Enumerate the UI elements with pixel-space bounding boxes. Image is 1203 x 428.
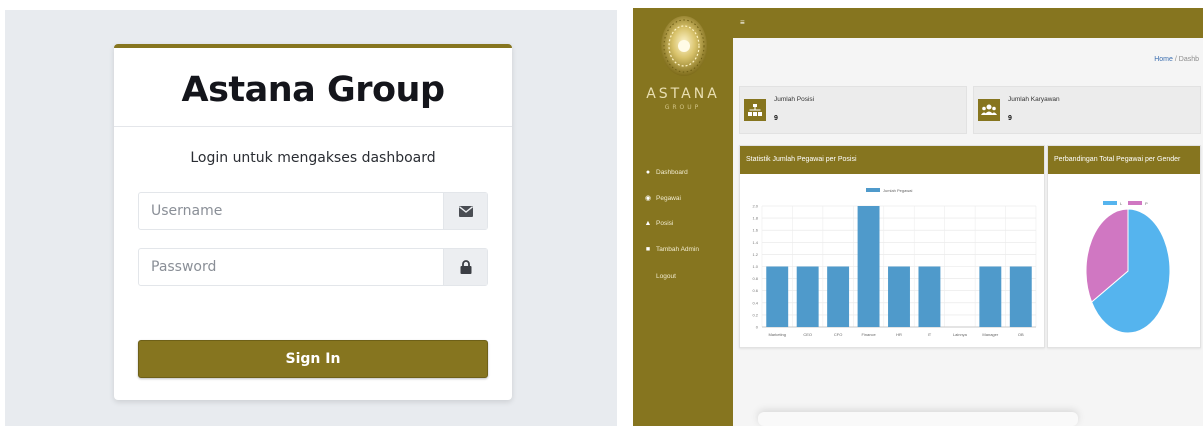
x-tick-label: Finance	[861, 332, 876, 337]
pie-chart: LP	[1085, 201, 1171, 334]
dashboard-screen: ASTANA GROUP ● Dashboard ◉ Pegawai ▲ Pos…	[633, 8, 1203, 426]
hamburger-icon[interactable]: ≡	[740, 18, 745, 27]
nav-item-label: Posisi	[656, 219, 674, 227]
y-tick-label: 0.4	[752, 300, 758, 305]
logo-text: ASTANA	[646, 86, 720, 102]
nav-item-tambah-admin[interactable]: ■ Tambah Admin	[644, 243, 699, 255]
info-box-posisi: Jumlah Posisi 9	[739, 86, 967, 134]
legend-swatch	[1103, 201, 1117, 205]
pie-chart-panel: Perbandingan Total Pegawai per Gender LP	[1047, 145, 1201, 348]
info-value: 9	[774, 115, 778, 122]
x-tick-label: HR	[896, 332, 902, 337]
panel-title: Perbandingan Total Pegawai per Gender	[1048, 146, 1200, 174]
y-tick-label: 0.2	[752, 312, 758, 317]
legend-label: L	[1120, 201, 1123, 206]
username-input[interactable]	[139, 193, 444, 229]
mandala-logo-icon	[661, 16, 707, 76]
legend-label: P	[1145, 201, 1148, 206]
bar	[918, 266, 941, 327]
sidebar: ASTANA GROUP ● Dashboard ◉ Pegawai ▲ Pos…	[633, 8, 733, 426]
nav-item-label: Tambah Admin	[656, 245, 699, 253]
password-input[interactable]	[139, 249, 444, 285]
x-tick-label: IT	[928, 332, 932, 337]
nav-item-pegawai[interactable]: ◉ Pegawai	[644, 192, 681, 204]
y-tick-label: 1.0	[752, 264, 758, 269]
login-card: Astana Group Login untuk mengakses dashb…	[114, 44, 512, 400]
password-field	[138, 248, 488, 286]
x-tick-label: CFO	[834, 332, 842, 337]
nav-item-label: Pegawai	[656, 194, 681, 202]
sitemap-icon: ▲	[644, 219, 652, 227]
breadcrumb-separator: /	[1174, 56, 1177, 63]
bar	[766, 266, 789, 327]
legend-label: Jumlah Pegawai	[883, 188, 912, 193]
y-tick-label: 1.6	[752, 228, 758, 233]
login-message: Login untuk mengakses dashboard	[190, 150, 436, 166]
nav-item-label: Logout	[656, 272, 676, 280]
x-tick-label: CEO	[803, 332, 812, 337]
breadcrumb-home[interactable]: Home	[1154, 56, 1173, 63]
info-box-karyawan: Jumlah Karyawan 9	[973, 86, 1201, 134]
login-title: Astana Group	[181, 70, 446, 110]
y-tick-label: 0.8	[752, 276, 758, 281]
legend-swatch	[1128, 201, 1142, 205]
username-field	[138, 192, 488, 230]
panel-title: Statistik Jumlah Pegawai per Posisi	[740, 146, 1044, 174]
bar-chart-panel: Statistik Jumlah Pegawai per Posisi Juml…	[739, 145, 1045, 348]
bar	[979, 266, 1002, 327]
y-tick-label: 1.8	[752, 216, 758, 221]
x-tick-label: OB	[1018, 332, 1024, 337]
info-value: 9	[1008, 115, 1012, 122]
users-icon: ◉	[644, 195, 652, 202]
divider	[114, 126, 512, 127]
nav-item-label: Dashboard	[656, 168, 688, 176]
nav-item-posisi[interactable]: ▲ Posisi	[644, 217, 674, 229]
envelope-icon	[443, 193, 487, 229]
breadcrumb-current: Dashb	[1178, 56, 1199, 63]
users-icon	[978, 99, 1000, 121]
y-tick-label: 2.0	[752, 204, 758, 209]
bar-chart: Jumlah Pegawai 0 0.2 0.4 0.6 0.8 1.0 1.2 1.4 1.6 1…	[752, 188, 1037, 337]
nav-item-dashboard[interactable]: ● Dashboard	[644, 166, 688, 178]
sitemap-icon	[744, 99, 766, 121]
bar	[1009, 266, 1032, 327]
lock-icon	[443, 249, 487, 285]
bar	[888, 266, 910, 327]
y-tick-label: 0.6	[752, 288, 758, 293]
user-icon: ■	[645, 245, 651, 253]
info-label: Jumlah Posisi	[774, 96, 815, 103]
bar	[857, 206, 880, 327]
y-tick-label: 1.4	[752, 240, 758, 245]
legend-swatch	[866, 188, 880, 192]
breadcrumb: Home / Dashb	[1154, 56, 1199, 63]
bar	[796, 266, 819, 327]
y-tick-label: 1.2	[752, 252, 758, 257]
y-tick-label: 0	[756, 325, 759, 330]
dashboard-icon: ●	[645, 168, 651, 176]
x-tick-label: Marketing	[768, 332, 786, 337]
nav-item-logout[interactable]: Logout	[656, 270, 676, 282]
login-screen: Astana Group Login untuk mengakses dashb…	[5, 10, 617, 426]
info-label: Jumlah Karyawan	[1008, 96, 1060, 103]
sign-in-button[interactable]: Sign In	[138, 340, 488, 378]
bar	[827, 266, 850, 327]
top-bar: ≡	[733, 8, 1203, 38]
x-tick-label: Manager	[982, 332, 998, 337]
bottom-panel	[758, 412, 1078, 426]
x-tick-label: Lainnya	[953, 332, 968, 337]
logo-subtext: GROUP	[664, 104, 702, 111]
